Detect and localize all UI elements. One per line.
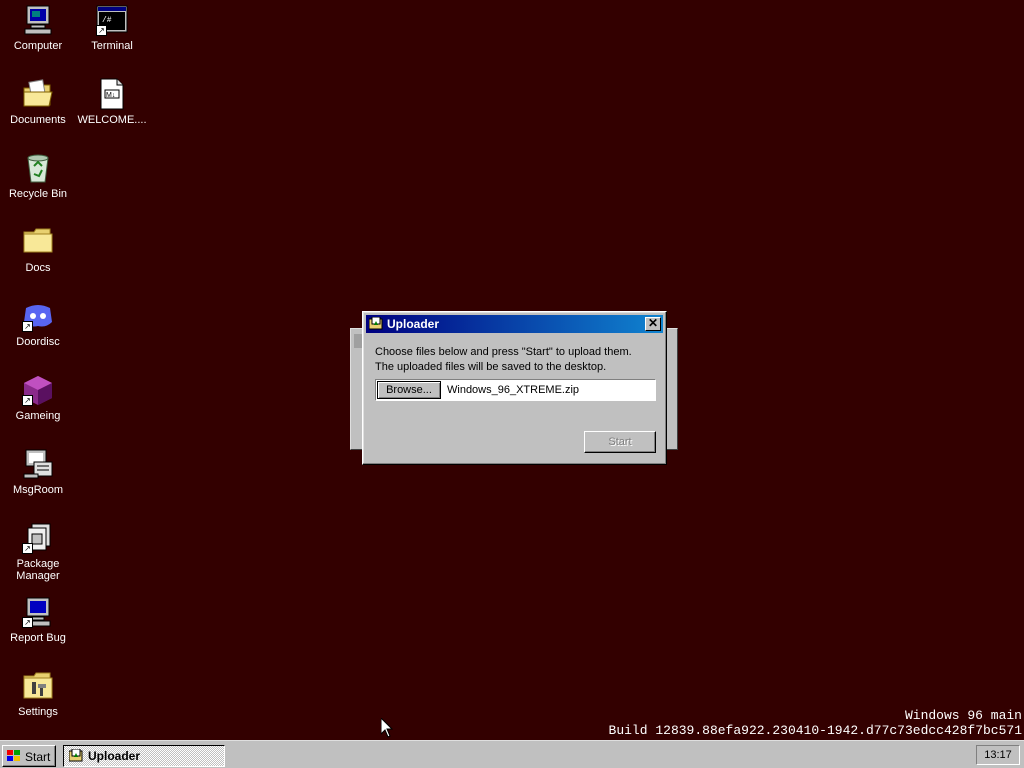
settings-icon <box>22 670 54 702</box>
shortcut-arrow-icon: ↗ <box>96 25 107 36</box>
desktop-icon-doordisc[interactable]: ↗ Doordisc <box>1 300 75 348</box>
background-window-edge <box>354 334 362 348</box>
desktop-icon-documents[interactable]: Documents <box>1 78 75 126</box>
uploader-app-icon <box>68 748 83 762</box>
shortcut-arrow-icon: ↗ <box>22 395 33 406</box>
desktop-icon-package-manager[interactable]: ↗ Package Manager <box>1 522 75 582</box>
svg-text:/#: /# <box>102 16 112 25</box>
shortcut-arrow-icon: ↗ <box>22 321 33 332</box>
desktop-icon-docs[interactable]: Docs <box>1 226 75 274</box>
shortcut-arrow-icon: ↗ <box>22 543 33 554</box>
build-number: Build 12839.88efa922.230410-1942.d77c73e… <box>608 723 1022 738</box>
uploader-message-line1: Choose files below and press "Start" to … <box>375 346 632 358</box>
windows-logo-icon <box>7 750 21 762</box>
uploader-titlebar[interactable]: Uploader ✕ <box>366 315 663 333</box>
uploader-title: Uploader <box>387 317 440 331</box>
desktop-icon-gameing[interactable]: ↗ Gameing <box>1 374 75 422</box>
taskbar-item-label: Uploader <box>88 749 141 763</box>
start-upload-button[interactable]: Start <box>584 431 656 453</box>
mouse-cursor-icon <box>381 718 393 738</box>
recycle-bin-icon <box>22 152 54 184</box>
desktop: Computer Documents Recycle Bin Docs ↗ Do… <box>0 0 1024 740</box>
uploader-message: Choose files below and press "Start" to … <box>375 345 632 375</box>
browse-button[interactable]: Browse... <box>377 381 441 399</box>
desktop-icon-settings[interactable]: Settings <box>1 670 75 718</box>
msgroom-icon <box>22 448 54 480</box>
start-label: Start <box>25 750 51 764</box>
terminal-icon: /# ↗ <box>96 4 128 36</box>
desktop-icon-report-bug[interactable]: ↗ Report Bug <box>1 596 75 644</box>
desktop-icon-computer[interactable]: Computer <box>1 4 75 52</box>
close-button[interactable]: ✕ <box>645 317 661 331</box>
desktop-icon-msgroom[interactable]: MsgRoom <box>1 448 75 496</box>
documents-folder-icon <box>22 78 54 110</box>
desktop-icon-recycle-bin[interactable]: Recycle Bin <box>1 152 75 200</box>
computer-icon <box>22 4 54 36</box>
report-bug-icon: ↗ <box>22 596 54 628</box>
build-info: Windows 96 main Build 12839.88efa922.230… <box>609 708 1022 738</box>
taskbar-item-uploader[interactable]: Uploader <box>63 745 225 767</box>
uploader-message-line2: The uploaded files will be saved to the … <box>375 361 607 373</box>
file-input[interactable]: Browse... Windows_96_XTREME.zip <box>375 379 656 401</box>
start-button[interactable]: Start <box>2 745 56 767</box>
discord-icon: ↗ <box>22 300 54 332</box>
shortcut-arrow-icon: ↗ <box>22 617 33 628</box>
uploader-window: Uploader ✕ Choose files below and press … <box>362 311 667 465</box>
svg-text:M↓: M↓ <box>106 92 115 99</box>
taskbar: Start Uploader 13:17 <box>0 740 1024 768</box>
game-cube-icon: ↗ <box>22 374 54 406</box>
uploader-app-icon <box>368 316 383 330</box>
build-edition: Windows 96 main <box>904 708 1022 723</box>
folder-icon <box>22 226 54 258</box>
desktop-icon-welcome[interactable]: M↓ WELCOME.... <box>75 78 149 126</box>
markdown-file-icon: M↓ <box>96 78 128 110</box>
desktop-icon-terminal[interactable]: /# ↗ Terminal <box>75 4 149 52</box>
clock[interactable]: 13:17 <box>976 745 1020 765</box>
selected-file-name: Windows_96_XTREME.zip <box>447 384 580 396</box>
package-manager-icon: ↗ <box>22 522 54 554</box>
